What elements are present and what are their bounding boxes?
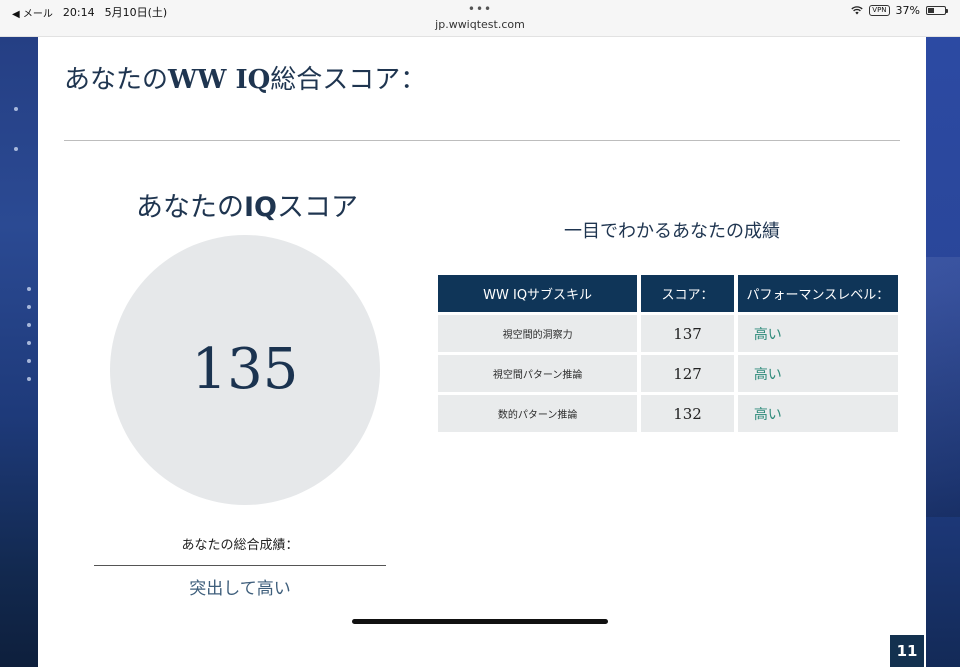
subskill-score: 132: [641, 395, 734, 432]
score-circle: 135: [110, 235, 380, 505]
title-divider: [64, 140, 900, 141]
battery-icon: [926, 6, 948, 15]
edge-dot: [27, 359, 31, 363]
edge-dot: [27, 377, 31, 381]
performance-level: 高い: [737, 395, 898, 432]
iq-heading-prefix: あなたの: [136, 192, 244, 223]
performance-level: 高い: [737, 355, 898, 392]
edge-dot: [27, 287, 31, 291]
iq-score-value: 135: [191, 337, 299, 402]
performance-level: 高い: [737, 315, 898, 352]
column-header-score: スコア：: [641, 275, 734, 312]
subskill-table: WW IQサブスキル スコア： パフォーマンスレベル： 視空間的洞察力 137 …: [434, 272, 902, 435]
column-header-level: パフォーマンスレベル：: [737, 275, 898, 312]
overall-result-value: 突出して高い: [189, 579, 291, 599]
table-row: 視空間的洞察力 137 高い: [438, 315, 898, 352]
vpn-badge: VPN: [869, 5, 890, 16]
edge-dot: [27, 341, 31, 345]
edge-dot: [27, 305, 31, 309]
iq-heading-bold: IQ: [244, 192, 277, 223]
battery-percent: 37%: [895, 4, 920, 17]
status-bar: ◀ メール 20:14 5月10日(土) ••• jp.wwiqtest.com…: [0, 0, 960, 37]
more-dots-icon[interactable]: •••: [0, 2, 960, 16]
subskill-score: 137: [641, 315, 734, 352]
title-suffix: 総合スコア：: [270, 65, 427, 95]
edge-dot: [14, 107, 18, 111]
subskill-name: 視空間パターン推論: [438, 355, 638, 392]
slide: あなたのWW IQ総合スコア： あなたのIQスコア 135 あなたの総合成績： …: [0, 37, 960, 667]
subskill-name: 視空間的洞察力: [438, 315, 638, 352]
overall-result-label: あなたの総合成績：: [181, 538, 299, 553]
right-decorative-edge: [926, 37, 960, 667]
wifi-icon: [851, 6, 863, 15]
home-indicator[interactable]: [352, 619, 608, 624]
page-title: あなたのWW IQ総合スコア：: [64, 59, 426, 96]
url-label[interactable]: jp.wwiqtest.com: [0, 18, 960, 31]
iq-score-heading: あなたのIQスコア: [136, 185, 358, 224]
column-header-subskill: WW IQサブスキル: [438, 275, 638, 312]
title-brand: WW IQ: [168, 65, 271, 95]
overall-divider: [94, 565, 386, 566]
title-prefix: あなたの: [64, 65, 169, 95]
table-row: 数的パターン推論 132 高い: [438, 395, 898, 432]
left-decorative-edge: [0, 37, 38, 667]
table-header-row: WW IQサブスキル スコア： パフォーマンスレベル：: [438, 275, 898, 312]
iq-heading-suffix: スコア: [277, 192, 358, 223]
edge-dot: [14, 147, 18, 151]
table-row: 視空間パターン推論 127 高い: [438, 355, 898, 392]
battery-fill: [928, 8, 934, 13]
page-number: 11: [890, 635, 924, 667]
subskill-name: 数的パターン推論: [438, 395, 638, 432]
edge-facet: [926, 257, 960, 517]
table-title: 一目でわかるあなたの成績: [564, 221, 780, 242]
status-right: VPN 37%: [851, 4, 948, 17]
edge-dot: [27, 323, 31, 327]
subskill-score: 127: [641, 355, 734, 392]
